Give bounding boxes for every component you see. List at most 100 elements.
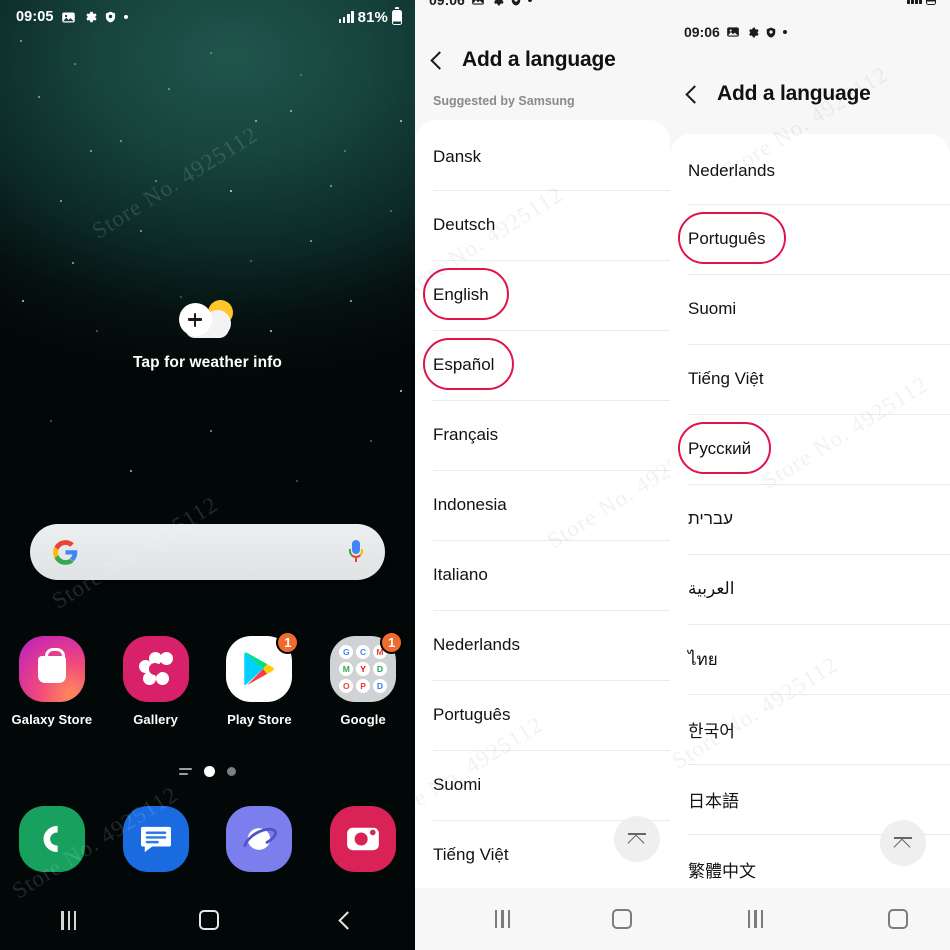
list-item[interactable]: العربية: [670, 554, 950, 624]
google-folder-mini-icon: O: [339, 679, 353, 693]
language-name: Português: [433, 705, 511, 725]
language-name: Русский: [688, 439, 751, 459]
signal-icon: [339, 11, 354, 23]
panel-header: Add a language: [670, 82, 950, 106]
language-name: Suomi: [688, 299, 736, 319]
gallery-icon: [471, 0, 485, 7]
recents-icon[interactable]: [495, 910, 510, 928]
security-shield-icon: [104, 10, 117, 24]
list-item[interactable]: Deutsch: [415, 190, 670, 260]
back-icon[interactable]: [338, 911, 356, 929]
battery-percent: 81%: [358, 9, 388, 26]
home-icon[interactable]: [888, 909, 908, 929]
more-dot-icon: [124, 15, 129, 20]
list-item[interactable]: Português: [415, 680, 670, 750]
scroll-to-top-icon[interactable]: [880, 820, 926, 866]
language-name: 日本語: [688, 787, 739, 812]
list-item[interactable]: Nederlands: [415, 610, 670, 680]
list-item[interactable]: Português: [670, 204, 950, 274]
google-folder-mini-icon: D: [373, 679, 387, 693]
camera-icon: [330, 806, 396, 872]
language-name: Suomi: [433, 775, 481, 795]
google-folder-mini-icon: M: [339, 662, 353, 676]
security-shield-icon: [510, 0, 522, 7]
app-play-store[interactable]: 1 Play Store: [208, 636, 312, 727]
settings-gear-icon: [746, 26, 759, 39]
signal-icon: [907, 0, 922, 4]
settings-gear-icon: [491, 0, 504, 7]
status-bar-left: 09:05: [16, 9, 128, 25]
language-name: עברית: [688, 509, 733, 529]
app-google-folder[interactable]: GCMMYDOPD 1 Google: [311, 636, 415, 727]
language-name: Español: [433, 355, 494, 375]
back-chevron-icon[interactable]: [430, 51, 448, 69]
list-item[interactable]: Italiano: [415, 540, 670, 610]
list-item[interactable]: Русский: [670, 414, 950, 484]
language-name: Tiếng Việt: [688, 369, 764, 389]
home-icon[interactable]: [612, 909, 632, 929]
google-folder-mini-icon: C: [356, 645, 370, 659]
dock-camera[interactable]: [311, 806, 415, 872]
scroll-to-top-icon[interactable]: [614, 816, 660, 862]
app-label: Play Store: [208, 712, 312, 727]
google-search-bar[interactable]: [30, 524, 385, 580]
page-dot[interactable]: [227, 767, 236, 776]
status-bar-clock: 09:06: [684, 24, 720, 40]
home-icon[interactable]: [199, 910, 219, 930]
back-chevron-icon[interactable]: [685, 85, 703, 103]
list-item[interactable]: Dansk: [415, 120, 670, 190]
dock-phone[interactable]: [0, 806, 104, 872]
language-name: Português: [688, 229, 766, 249]
app-list-icon[interactable]: [179, 768, 192, 775]
list-item[interactable]: עברית: [670, 484, 950, 554]
google-folder-mini-icon: G: [339, 645, 353, 659]
language-list: Nederlands Português Suomi Tiếng Việt Русски…: [670, 134, 950, 904]
list-item[interactable]: Español: [415, 330, 670, 400]
page-title: Add a language: [717, 82, 871, 106]
battery-icon: [392, 10, 402, 25]
list-item[interactable]: Indonesia: [415, 470, 670, 540]
battery-icon: [926, 0, 936, 5]
language-name: English: [433, 285, 489, 305]
gallery-flower-icon: [123, 636, 189, 702]
dock-messages[interactable]: [104, 806, 208, 872]
more-dot-icon: [783, 30, 788, 35]
dock-internet[interactable]: [208, 806, 312, 872]
language-name: Nederlands: [688, 161, 775, 181]
app-gallery[interactable]: Gallery: [104, 636, 208, 727]
system-navigation-bar: [415, 888, 670, 950]
add-language-panel-2: 09:06 Add a language Nederlands Português…: [670, 0, 950, 950]
app-label: Gallery: [104, 712, 208, 727]
google-folder-mini-icon: D: [373, 662, 387, 676]
status-bar-partial: [670, 0, 950, 18]
page-indicator[interactable]: [0, 766, 415, 777]
system-navigation-bar: [670, 888, 950, 950]
status-bar-clock: 09:05: [16, 9, 54, 25]
recents-icon[interactable]: [748, 910, 763, 928]
weather-widget-label: Tap for weather info: [0, 354, 415, 372]
list-item[interactable]: Tiếng Việt: [670, 344, 950, 414]
language-name: العربية: [688, 579, 734, 599]
language-list: Dansk Deutsch English Español Français Indone…: [415, 120, 670, 890]
list-item[interactable]: Suomi: [670, 274, 950, 344]
recents-icon[interactable]: [61, 911, 76, 930]
dock: [0, 806, 415, 872]
samsung-internet-icon: [226, 806, 292, 872]
list-item[interactable]: ไทย: [670, 624, 950, 694]
language-name: 한국어: [688, 717, 735, 742]
list-item[interactable]: Nederlands: [670, 134, 950, 204]
list-item[interactable]: Français: [415, 400, 670, 470]
list-item[interactable]: Suomi: [415, 750, 670, 820]
page-dot-active[interactable]: [204, 766, 215, 777]
list-item[interactable]: English: [415, 260, 670, 330]
panel-header: Add a language: [415, 48, 670, 72]
app-galaxy-store[interactable]: Galaxy Store: [0, 636, 104, 727]
language-name: Indonesia: [433, 495, 507, 515]
section-label: Suggested by Samsung: [415, 94, 670, 108]
add-weather-icon: [179, 300, 237, 340]
microphone-icon[interactable]: [349, 540, 363, 564]
weather-widget[interactable]: Tap for weather info: [0, 300, 415, 372]
galaxy-store-icon: [19, 636, 85, 702]
app-badge: 1: [380, 631, 403, 654]
list-item[interactable]: 한국어: [670, 694, 950, 764]
